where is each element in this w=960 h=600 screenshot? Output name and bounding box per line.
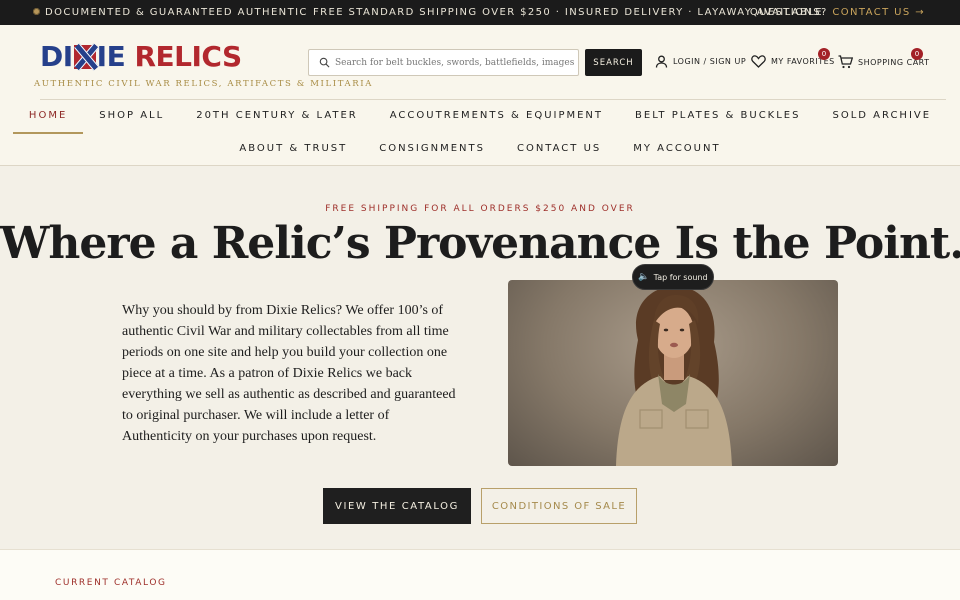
nav-my-account[interactable]: MY ACCOUNT	[633, 143, 720, 154]
cart-icon	[838, 55, 853, 69]
site-tagline: AUTHENTIC CIVIL WAR RELICS, ARTIFACTS & …	[34, 79, 373, 89]
search-box	[308, 49, 579, 76]
search-input[interactable]	[335, 54, 575, 72]
nav-accoutrements[interactable]: ACCOUTREMENTS & EQUIPMENT	[390, 110, 603, 121]
questions-contact: QUESTIONS? CONTACT US →	[749, 7, 925, 18]
login-link[interactable]: LOGIN / SIGN UP	[655, 55, 746, 68]
shipping-eyebrow: FREE SHIPPING FOR ALL ORDERS $250 AND OV…	[325, 204, 635, 214]
battle-flag-icon	[73, 45, 96, 69]
seal-icon	[33, 8, 40, 15]
nav-consignments[interactable]: CONSIGNMENTS	[379, 143, 485, 154]
user-icon	[655, 55, 668, 68]
hero-video[interactable]	[508, 280, 838, 466]
shipping-notice: FREE STANDARD SHIPPING OVER $250 · INSUR…	[313, 7, 823, 18]
authenticity-notice: DOCUMENTED & GUARANTEED AUTHENTIC	[33, 7, 308, 18]
site-header: DI IE RELICS AUTHENTIC CIVIL WAR RELICS, …	[0, 25, 960, 166]
presenter-video-frame	[616, 285, 732, 466]
catalog-section: CURRENT CATALOG	[0, 549, 960, 600]
heart-icon	[751, 55, 766, 68]
contact-us-link[interactable]: CONTACT US →	[832, 7, 925, 18]
primary-nav-row-2: ABOUT & TRUST CONSIGNMENTS CONTACT US MY…	[0, 143, 960, 154]
nav-about-trust[interactable]: ABOUT & TRUST	[239, 143, 347, 154]
hero-section: FREE SHIPPING FOR ALL ORDERS $250 AND OV…	[0, 166, 960, 549]
catalog-heading: CURRENT CATALOG	[55, 578, 167, 588]
search-button[interactable]: SEARCH	[585, 49, 642, 76]
cart-count-badge: 0	[911, 48, 923, 60]
nav-contact-us[interactable]: CONTACT US	[517, 143, 601, 154]
nav-20th-century[interactable]: 20TH CENTURY & LATER	[196, 110, 358, 121]
nav-belt-plates[interactable]: BELT PLATES & BUCKLES	[635, 110, 800, 121]
conditions-of-sale-button[interactable]: CONDITIONS OF SALE	[481, 488, 637, 524]
favorites-count-badge: 0	[818, 48, 830, 60]
hero-headline: Where a Relic’s Provenance Is the Point.	[0, 218, 960, 269]
search-icon	[319, 57, 330, 68]
tap-for-sound-button[interactable]: 🔈 Tap for sound	[632, 264, 714, 290]
speaker-muted-icon: 🔈	[638, 272, 650, 282]
site-logo[interactable]: DI IE RELICS	[40, 40, 242, 73]
nav-home[interactable]: HOME	[12, 110, 84, 134]
announcement-bar: DOCUMENTED & GUARANTEED AUTHENTIC FREE S…	[0, 0, 960, 25]
nav-shop-all[interactable]: SHOP ALL	[99, 110, 164, 121]
primary-nav-row-1: HOME SHOP ALL 20TH CENTURY & LATER ACCOU…	[0, 110, 960, 134]
nav-sold-archive[interactable]: SOLD ARCHIVE	[832, 110, 931, 121]
view-catalog-button[interactable]: VIEW THE CATALOG	[323, 488, 471, 524]
hero-body-text: Why you should by from Dixie Relics? We …	[122, 303, 456, 444]
nav-divider	[40, 99, 946, 100]
